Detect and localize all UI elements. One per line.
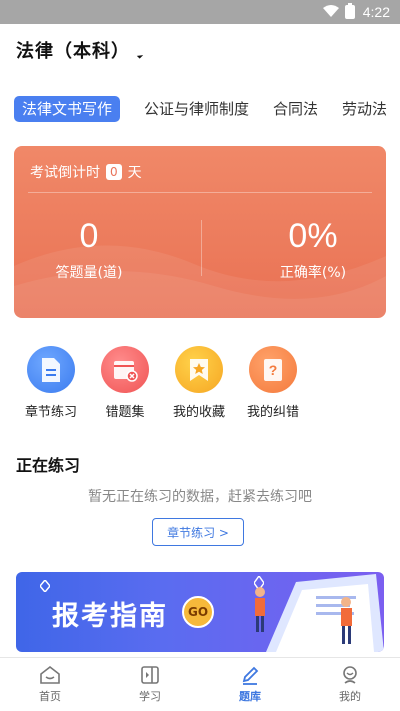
- home-icon: [40, 665, 60, 684]
- sparkle-icon: [40, 580, 50, 592]
- nav-home-label: 首页: [39, 690, 61, 703]
- pen-icon: [242, 666, 259, 685]
- wrong-questions-button[interactable]: 错题集: [88, 346, 162, 420]
- practicing-title: 正在练习: [16, 456, 81, 475]
- nav-question-bank-label: 题库: [239, 690, 261, 703]
- accuracy-stat: 0% 正确率(%): [238, 216, 386, 282]
- nav-study[interactable]: 学习: [100, 658, 200, 711]
- quick-actions: 章节练习 错题集 我的收藏 ? 我的纠错: [14, 346, 314, 420]
- my-favorites-label: 我的收藏: [172, 405, 225, 420]
- tab-notary-lawyer[interactable]: 公证与律师制度: [144, 96, 249, 122]
- exam-countdown: 考试倒计时 0 天: [30, 162, 142, 182]
- chapter-practice-button[interactable]: 章节练习: [14, 346, 88, 420]
- my-corrections-label: 我的纠错: [246, 405, 299, 420]
- bottom-navigation: 首页 学习 题库 我的: [0, 657, 400, 711]
- caret-icon: [136, 51, 144, 59]
- tab-labor-law[interactable]: 劳动法: [342, 96, 387, 122]
- exam-guide-banner[interactable]: 报考指南 GO: [16, 572, 384, 652]
- answered-label: 答题量(道): [55, 265, 123, 281]
- tab-legal-writing[interactable]: 法律文书写作: [14, 96, 121, 122]
- countdown-days: 0: [106, 164, 122, 180]
- nav-home[interactable]: 首页: [0, 658, 100, 711]
- my-corrections-button[interactable]: ? 我的纠错: [236, 346, 310, 420]
- nav-profile[interactable]: 我的: [300, 658, 400, 711]
- guide-illustration: [255, 574, 384, 652]
- page-title: 法律（本科）: [16, 41, 130, 62]
- accuracy-label: 正确率(%): [279, 265, 347, 281]
- subject-selector[interactable]: 法律（本科）: [16, 36, 144, 64]
- wrong-book-icon: [101, 346, 149, 393]
- countdown-suffix: 天: [127, 165, 142, 181]
- nav-study-label: 学习: [139, 690, 161, 703]
- accuracy-value: 0%: [288, 217, 338, 255]
- subject-tabs: 法律文书写作 公证与律师制度 合同法 劳动法: [14, 96, 400, 122]
- status-bar: 4:22: [0, 0, 400, 24]
- countdown-prefix: 考试倒计时: [30, 165, 100, 181]
- wrong-questions-label: 错题集: [105, 405, 145, 420]
- tab-contract-law[interactable]: 合同法: [273, 96, 318, 122]
- answered-value: 0: [79, 217, 99, 255]
- nav-question-bank[interactable]: 题库: [200, 658, 300, 711]
- stats-card: 考试倒计时 0 天 0 答题量(道) 0% 正确率(%): [14, 146, 386, 318]
- wifi-icon: [322, 4, 339, 20]
- banner-go-badge: GO: [182, 596, 214, 628]
- card-divider: [28, 192, 372, 193]
- study-icon: [141, 666, 159, 684]
- empty-practice-text: 暂无正在练习的数据，赶紧去练习吧: [88, 489, 312, 505]
- bookmark-star-icon: [175, 346, 223, 393]
- battery-icon: [344, 3, 355, 19]
- profile-icon: [343, 666, 357, 684]
- my-favorites-button[interactable]: 我的收藏: [162, 346, 236, 420]
- chapter-practice-label: 章节练习: [24, 405, 77, 420]
- card-divider-vertical: [201, 220, 202, 276]
- status-time: 4:22: [362, 4, 390, 20]
- svg-text:?: ?: [269, 362, 278, 378]
- answered-stat: 0 答题量(道): [14, 216, 164, 282]
- banner-title: 报考指南: [52, 601, 168, 632]
- go-practice-button[interactable]: 章节练习 >: [152, 518, 244, 546]
- question-book-icon: ?: [249, 346, 297, 393]
- nav-profile-label: 我的: [339, 690, 361, 703]
- document-icon: [27, 346, 75, 393]
